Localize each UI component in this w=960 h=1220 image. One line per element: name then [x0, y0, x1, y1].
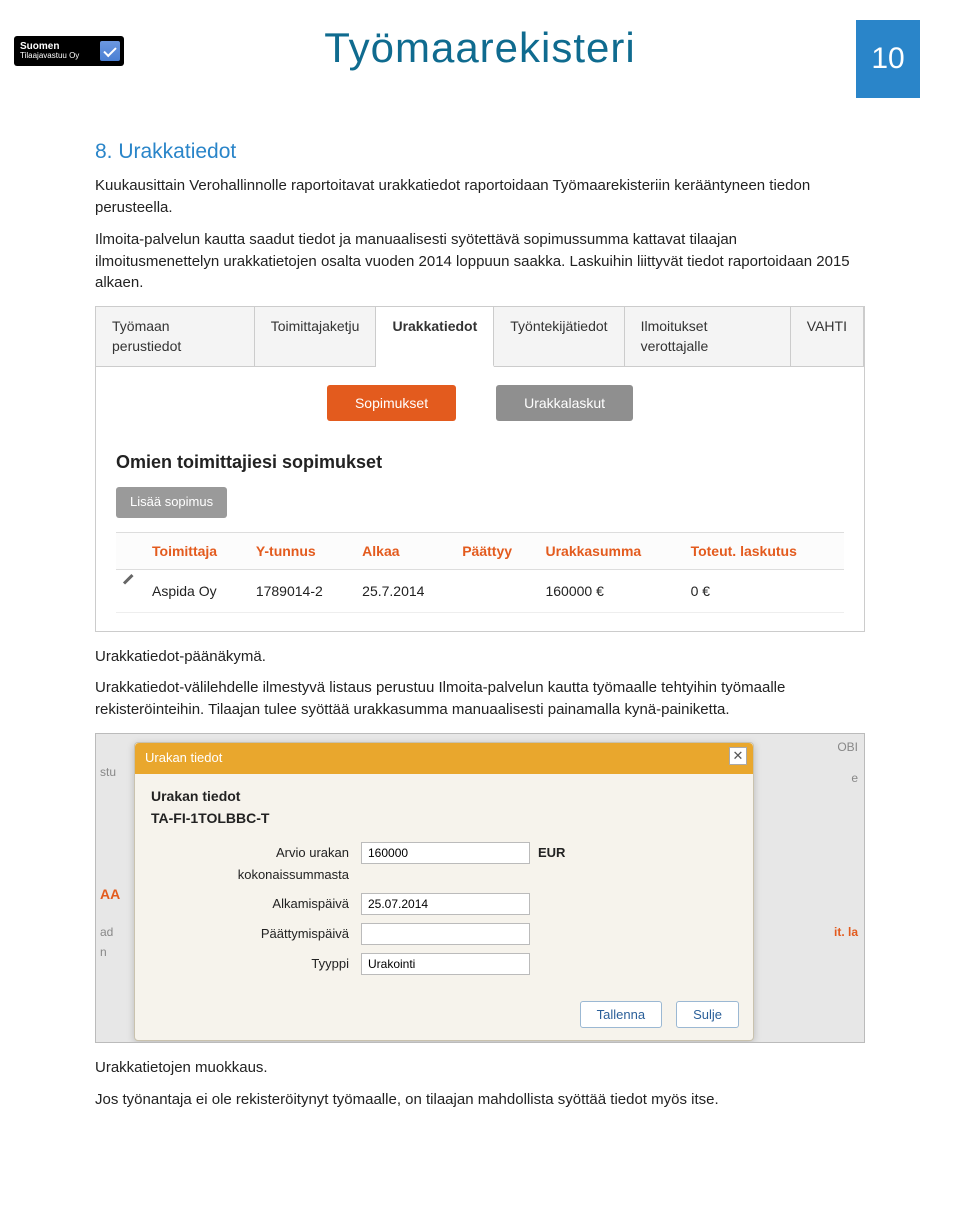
tab-urakkatiedot[interactable]: Urakkatiedot [376, 307, 494, 367]
page-number-badge: 10 [856, 20, 920, 98]
close-button[interactable]: Sulje [676, 1001, 739, 1028]
cell-urakkasumma: 160000 € [539, 570, 684, 612]
tab-tyontekijatiedot[interactable]: Työntekijätiedot [494, 307, 624, 366]
tab-vahti[interactable]: VAHTI [791, 307, 864, 366]
row-alkamispaiva: Alkamispäivä [151, 893, 737, 915]
col-toimittaja: Toimittaja [146, 532, 250, 569]
tab-tyomaan-perustiedot[interactable]: Työmaan perustiedot [96, 307, 255, 366]
caption-screenshot-2: Urakkatietojen muokkaus. [95, 1057, 865, 1079]
cell-toteut: 0 € [685, 570, 844, 612]
modal-footer: Tallenna Sulje [135, 993, 753, 1040]
main-tabs: Työmaan perustiedot Toimittajaketju Urak… [96, 307, 864, 367]
table-header-row: Toimittaja Y-tunnus Alkaa Päättyy Urakka… [116, 532, 844, 569]
row-arvio-2: kokonaissummasta [151, 866, 737, 885]
col-urakkasumma: Urakkasumma [539, 532, 684, 569]
modal-body: Urakan tiedot TA-FI-1TOLBBC-T Arvio urak… [135, 774, 753, 993]
cell-alkaa: 25.7.2014 [356, 570, 456, 612]
modal-title: Urakan tiedot [145, 750, 222, 765]
label-arvio-1: Arvio urakan [151, 844, 361, 863]
label-arvio-2: kokonaissummasta [151, 866, 361, 885]
logo-check-icon [100, 41, 120, 61]
row-arvio-1: Arvio urakan EUR [151, 842, 737, 864]
modal-heading: Urakan tiedot [151, 786, 737, 806]
bg-text-stu: stu [100, 764, 116, 781]
tab-toimittajaketju[interactable]: Toimittajaketju [255, 307, 377, 366]
screenshot-urakan-tiedot-modal: stu AA ad n OBI e it. la Urakan tiedot ✕… [95, 733, 865, 1043]
input-arvio-summa[interactable] [361, 842, 530, 864]
modal-close-button[interactable]: ✕ [729, 747, 747, 765]
pencil-icon[interactable] [122, 580, 138, 596]
label-alkamispaiva: Alkamispäivä [151, 895, 361, 914]
brand-logo: Suomen Tilaajavastuu Oy [14, 36, 124, 66]
panel-heading: Omien toimittajiesi sopimukset [116, 449, 844, 475]
bg-text-n: n [100, 944, 107, 961]
input-paattymispaiva[interactable] [361, 923, 530, 945]
add-contract-button[interactable]: Lisää sopimus [116, 487, 227, 518]
label-tyyppi: Tyyppi [151, 955, 361, 974]
col-alkaa: Alkaa [356, 532, 456, 569]
col-paattyy: Päättyy [456, 532, 539, 569]
page-header: Suomen Tilaajavastuu Oy Työmaarekisteri … [0, 0, 960, 89]
row-paattymispaiva: Päättymispäivä [151, 923, 737, 945]
subtab-sopimukset[interactable]: Sopimukset [327, 385, 456, 421]
document-title: Työmaarekisteri [0, 18, 960, 79]
sopimukset-panel: Omien toimittajiesi sopimukset Lisää sop… [96, 431, 864, 631]
caption-screenshot-1: Urakkatiedot-päänäkymä. [95, 646, 865, 668]
cell-toimittaja: Aspida Oy [146, 570, 250, 612]
bg-text-e: e [851, 770, 858, 787]
intro-paragraph-2: Ilmoita-palvelun kautta saadut tiedot ja… [95, 229, 865, 294]
middle-paragraph: Urakkatiedot-välilehdelle ilmestyvä list… [95, 677, 865, 721]
unit-eur: EUR [538, 844, 565, 863]
bg-text-aa: AA [100, 884, 120, 904]
edit-cell[interactable] [116, 570, 146, 612]
final-paragraph: Jos työnantaja ei ole rekisteröitynyt ty… [95, 1089, 865, 1111]
table-row: Aspida Oy 1789014-2 25.7.2014 160000 € 0… [116, 570, 844, 612]
cell-paattyy [456, 570, 539, 612]
input-alkamispaiva[interactable] [361, 893, 530, 915]
select-tyyppi[interactable] [361, 953, 530, 975]
col-edit [116, 532, 146, 569]
document-body: 8. Urakkatiedot Kuukausittain Verohallin… [0, 89, 960, 1150]
save-button[interactable]: Tallenna [580, 1001, 662, 1028]
modal-header: Urakan tiedot ✕ [135, 743, 753, 774]
bg-text-obi: OBI [837, 739, 858, 756]
urakan-tiedot-modal: Urakan tiedot ✕ Urakan tiedot TA-FI-1TOL… [134, 742, 754, 1041]
cell-ytunnus: 1789014-2 [250, 570, 356, 612]
intro-paragraph-1: Kuukausittain Verohallinnolle raportoita… [95, 175, 865, 219]
subtab-urakkalaskut[interactable]: Urakkalaskut [496, 385, 633, 421]
col-toteut-laskutus: Toteut. laskutus [685, 532, 844, 569]
screenshot-urakkatiedot-main: Työmaan perustiedot Toimittajaketju Urak… [95, 306, 865, 631]
sub-tabs: Sopimukset Urakkalaskut [96, 367, 864, 431]
contracts-table: Toimittaja Y-tunnus Alkaa Päättyy Urakka… [116, 532, 844, 613]
label-paattymispaiva: Päättymispäivä [151, 925, 361, 944]
tab-ilmoitukset-verottajalle[interactable]: Ilmoitukset verottajalle [625, 307, 791, 366]
col-ytunnus: Y-tunnus [250, 532, 356, 569]
modal-contract-id: TA-FI-1TOLBBC-T [151, 808, 737, 828]
bg-text-it-la: it. la [834, 924, 858, 941]
section-heading: 8. Urakkatiedot [95, 137, 865, 167]
row-tyyppi: Tyyppi [151, 953, 737, 975]
bg-text-ad: ad [100, 924, 113, 941]
